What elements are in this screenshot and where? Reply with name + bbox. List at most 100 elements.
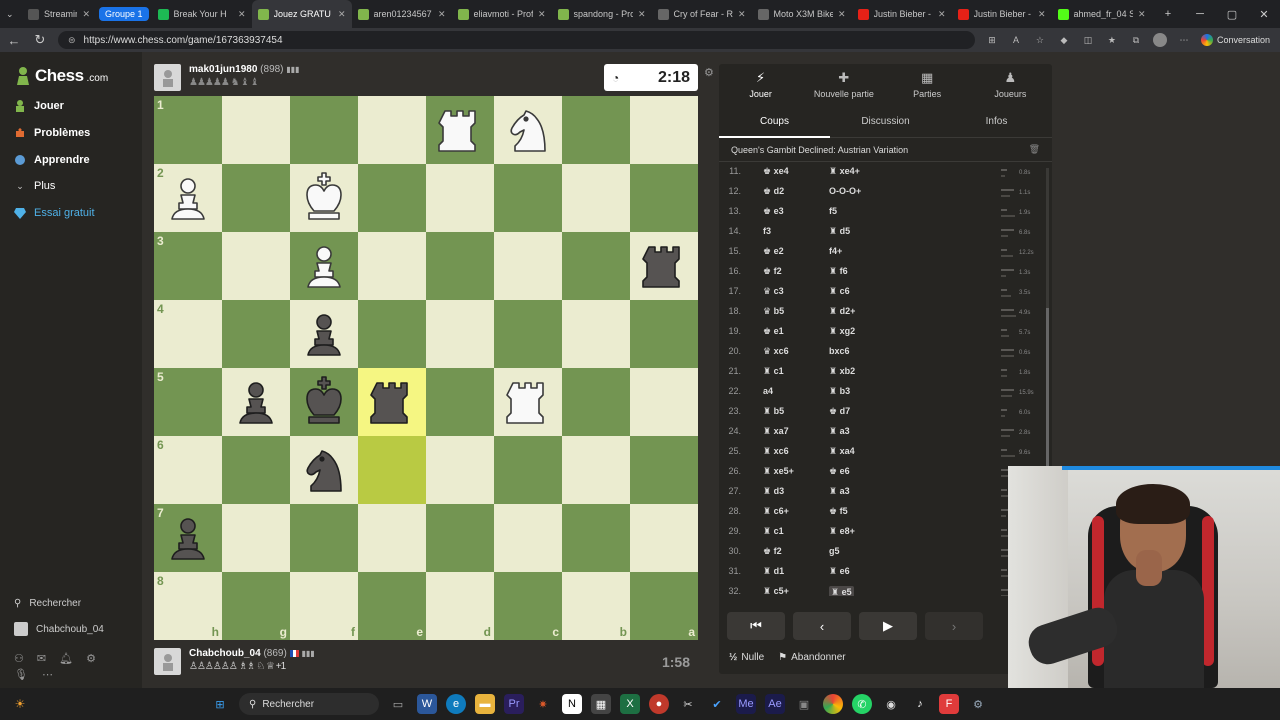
board-square-f2[interactable] <box>290 164 358 232</box>
install-app-icon[interactable]: ⊞ <box>985 33 999 47</box>
browser-tab[interactable]: Break Your H ✕ <box>152 0 252 28</box>
board-square-h5[interactable]: 5 <box>154 368 222 436</box>
board-square-a6[interactable] <box>630 436 698 504</box>
white-move[interactable]: ♛ b5 <box>763 306 784 317</box>
next-move-button[interactable]: › <box>925 612 983 640</box>
board-square-e8[interactable]: e <box>358 572 426 640</box>
board-square-f7[interactable] <box>290 504 358 572</box>
white-move[interactable]: ♜ c1 <box>763 366 784 377</box>
resign-button[interactable]: ⚑ Abandonner <box>778 652 845 663</box>
white-move[interactable]: ♚ e2 <box>763 246 784 257</box>
close-window-button[interactable]: ✕ <box>1248 8 1280 21</box>
browser-tab[interactable]: Moto X3M Bike ✕ <box>752 0 852 28</box>
notifications-icon[interactable]: 🔔︎ <box>59 652 73 665</box>
windows-start-icon[interactable]: ⊞ <box>210 694 230 714</box>
black-move[interactable]: ♜ d5 <box>829 226 850 237</box>
board-square-e1[interactable] <box>358 96 426 164</box>
excel-app-icon[interactable]: X <box>620 694 640 714</box>
panel-tab-nouvelle-partie[interactable]: ✚ Nouvelle partie <box>802 64 885 106</box>
board-square-d7[interactable] <box>426 504 494 572</box>
white-move[interactable]: ♚ e3 <box>763 206 784 217</box>
mic-icon[interactable]: 🎙︎ <box>14 668 28 681</box>
white-knight-icon[interactable] <box>499 101 557 159</box>
board-square-e3[interactable] <box>358 232 426 300</box>
browser-tab[interactable]: ahmed_fr_04 Str ✕ <box>1052 0 1152 28</box>
more-icon[interactable]: ⋯ <box>42 668 53 681</box>
board-square-f4[interactable] <box>290 300 358 368</box>
notion-app-icon[interactable]: N <box>562 694 582 714</box>
board-square-d6[interactable] <box>426 436 494 504</box>
board-square-d5[interactable] <box>426 368 494 436</box>
media-encoder-icon[interactable]: Me <box>736 694 756 714</box>
browser-tab[interactable]: spandong - Profi ✕ <box>552 0 652 28</box>
white-move[interactable]: ♚ e1 <box>763 326 784 337</box>
tab-list-button[interactable]: ⌄ <box>0 0 22 28</box>
white-pawn-icon[interactable] <box>295 237 353 295</box>
board-square-b6[interactable] <box>562 436 630 504</box>
close-tab-icon[interactable]: ✕ <box>838 9 846 20</box>
black-move[interactable]: ♜ a3 <box>829 426 850 437</box>
board-square-d4[interactable] <box>426 300 494 368</box>
black-move[interactable]: ♜ c6 <box>829 286 850 297</box>
white-move[interactable]: ♛ c3 <box>763 286 784 297</box>
friends-icon[interactable]: ⚇ <box>14 652 24 665</box>
minimize-button[interactable]: ─ <box>1184 8 1216 20</box>
sidebar-user[interactable]: Chabchoub_04 <box>14 622 104 636</box>
close-tab-icon[interactable]: ✕ <box>638 9 646 20</box>
tab-infos[interactable]: Infos <box>941 106 1052 138</box>
board-square-c2[interactable] <box>494 164 562 232</box>
board-square-a4[interactable] <box>630 300 698 368</box>
app-icon[interactable]: ✷ <box>533 694 553 714</box>
board-square-g6[interactable] <box>222 436 290 504</box>
close-tab-icon[interactable]: ✕ <box>938 9 946 20</box>
browser-tab[interactable]: Justin Bieber - ✕ <box>852 0 952 28</box>
black-move[interactable]: ♜ xa4 <box>829 446 855 457</box>
site-info-icon[interactable]: ⊜ <box>68 35 76 46</box>
white-move[interactable]: ♜ xe5+ <box>763 466 794 477</box>
play-button[interactable]: ▶ <box>859 612 917 640</box>
sidebar-item-plus[interactable]: ⌄ Plus <box>14 180 55 192</box>
black-move[interactable]: ♜ xg2 <box>829 326 855 337</box>
sidebar-item-apprendre[interactable]: Apprendre <box>14 154 90 166</box>
board-square-c7[interactable] <box>494 504 562 572</box>
white-move[interactable]: ♜ b5 <box>763 406 784 417</box>
black-move[interactable]: bxc6 <box>829 346 850 356</box>
board-square-g4[interactable] <box>222 300 290 368</box>
black-knight-icon[interactable] <box>295 441 353 499</box>
close-tab-icon[interactable]: ✕ <box>438 9 446 20</box>
app-icon[interactable]: ✔ <box>707 694 727 714</box>
tab-coups[interactable]: Coups <box>719 106 830 138</box>
black-pawn-icon[interactable] <box>295 305 353 363</box>
calculator-icon[interactable]: ▦ <box>591 694 611 714</box>
black-move[interactable]: O-O-O+ <box>829 186 861 196</box>
black-move[interactable]: ♜ xe4+ <box>829 166 860 177</box>
browser-tab[interactable]: Streaming ✕ <box>22 0 96 28</box>
board-square-h8[interactable]: 8h <box>154 572 222 640</box>
board-square-h6[interactable]: 6 <box>154 436 222 504</box>
trash-icon[interactable]: 🗑︎ <box>1029 144 1040 155</box>
board-square-e6[interactable] <box>358 436 426 504</box>
close-tab-icon[interactable]: ✕ <box>1038 9 1046 20</box>
black-move[interactable]: ♜ b3 <box>829 386 850 397</box>
board-square-e5[interactable] <box>358 368 426 436</box>
board-square-a7[interactable] <box>630 504 698 572</box>
board-square-b5[interactable] <box>562 368 630 436</box>
black-move[interactable]: f5 <box>829 206 837 216</box>
file-explorer-icon[interactable]: ▬ <box>475 694 495 714</box>
board-square-b1[interactable] <box>562 96 630 164</box>
board-square-c5[interactable] <box>494 368 562 436</box>
board-square-g2[interactable] <box>222 164 290 232</box>
settings-icon[interactable]: ⚙ <box>86 652 96 665</box>
move-list[interactable]: 11. ♚ xe4 ♜ xe4+ 0.8s 12. ♚ d2 O-O-O+ 1.1s 13. ♚ … <box>719 164 1052 596</box>
back-icon[interactable]: ← <box>6 33 22 48</box>
board-square-d8[interactable]: d <box>426 572 494 640</box>
new-tab-button[interactable]: + <box>1152 8 1184 20</box>
steam-app-icon[interactable]: ⚙ <box>968 694 988 714</box>
white-move[interactable]: ♜ d1 <box>763 566 784 577</box>
whatsapp-app-icon[interactable]: ✆ <box>852 694 872 714</box>
draw-button[interactable]: ½ Nulle <box>729 652 764 663</box>
weather-icon[interactable]: ☀ <box>0 697 40 711</box>
app-icon[interactable]: F <box>939 694 959 714</box>
extension-icon[interactable]: ◆ <box>1057 33 1071 47</box>
after-effects-icon[interactable]: Ae <box>765 694 785 714</box>
